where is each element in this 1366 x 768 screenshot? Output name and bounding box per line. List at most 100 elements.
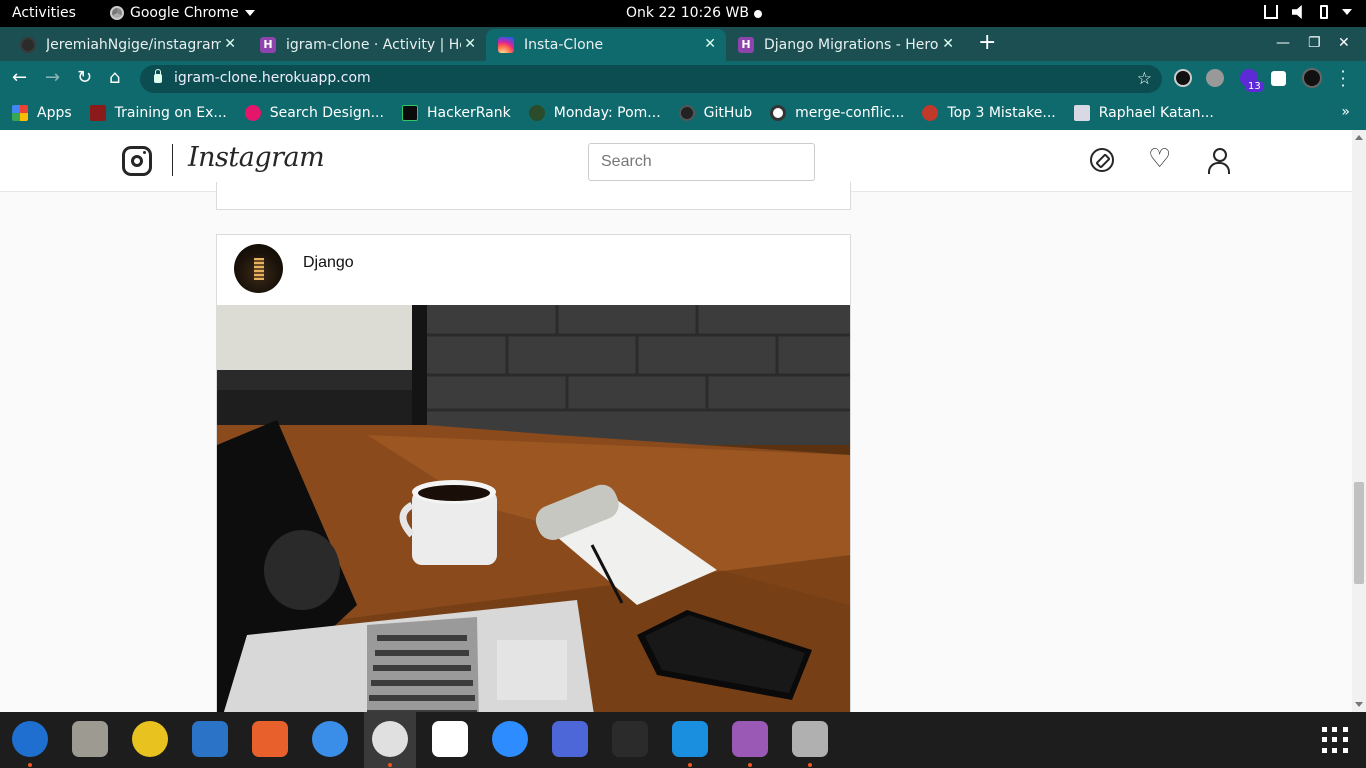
search-input[interactable] — [588, 143, 815, 181]
bookmark-item[interactable]: HackerRank — [401, 105, 511, 121]
tab-github[interactable]: JeremiahNgige/instagram ✕ — [8, 29, 246, 61]
writer-icon[interactable] — [192, 721, 228, 757]
files-icon[interactable] — [72, 721, 108, 757]
bookmarks-bar: Apps Training on Ex... Search Design... … — [0, 96, 1366, 130]
bookmark-item[interactable]: Top 3 Mistake... — [922, 105, 1056, 121]
clock[interactable]: Onk 22 10:26 WB — [626, 5, 749, 21]
software-icon[interactable] — [252, 721, 288, 757]
url-text[interactable]: igram-clone.herokuapp.com — [174, 70, 371, 86]
heroku-icon: H — [260, 37, 276, 53]
heart-icon[interactable]: ♡ — [1148, 146, 1171, 172]
bookmark-item[interactable]: Search Design... — [244, 105, 384, 121]
chevron-down-icon — [244, 10, 255, 16]
address-bar[interactable]: igram-clone.herokuapp.com ☆ — [140, 65, 1162, 93]
tab-title: Django Migrations - Heroku — [764, 37, 939, 53]
page-scrollbar[interactable] — [1352, 130, 1366, 712]
scroll-down-icon[interactable] — [1355, 702, 1363, 707]
bookmark-item[interactable]: Training on Ex... — [89, 105, 227, 121]
close-window-icon[interactable]: ✕ — [1338, 35, 1350, 51]
hackerrank-icon — [401, 105, 418, 121]
scroll-up-icon[interactable] — [1355, 135, 1363, 140]
bookmark-label: Raphael Katan... — [1098, 105, 1214, 121]
rhythmbox-icon[interactable] — [132, 721, 168, 757]
bookmark-label: Monday: Pom... — [553, 105, 661, 121]
close-icon[interactable]: ✕ — [942, 36, 954, 52]
slack-icon[interactable] — [432, 721, 468, 757]
image-viewer-icon[interactable] — [792, 721, 828, 767]
profile-avatar[interactable] — [1302, 68, 1322, 88]
bookmark-label: Search Design... — [269, 105, 384, 121]
bookmark-star-icon[interactable]: ☆ — [1137, 69, 1152, 89]
post-username[interactable]: Django — [303, 254, 354, 272]
back-arrow-icon[interactable]: ← — [12, 68, 27, 88]
help-icon[interactable] — [312, 721, 348, 757]
home-icon[interactable]: ⌂ — [109, 68, 120, 88]
post-image[interactable] — [217, 305, 850, 712]
extension-badge: 13 — [1245, 81, 1264, 92]
restore-icon[interactable]: ❐ — [1308, 35, 1321, 51]
tab-heroku-activity[interactable]: H igram-clone · Activity | Heroku ✕ — [248, 29, 486, 61]
chrome-app-icon — [110, 6, 124, 20]
dock — [0, 712, 1366, 768]
heroku-icon: H — [738, 37, 754, 53]
extension-ghost-icon[interactable] — [1174, 69, 1192, 87]
video-icon[interactable] — [732, 721, 768, 767]
bookmark-item[interactable]: Monday: Pom... — [528, 105, 661, 121]
reload-icon[interactable]: ↻ — [77, 68, 92, 88]
bookmark-favicon-icon — [244, 105, 261, 121]
notification-dot-icon — [754, 10, 762, 18]
tab-strip: JeremiahNgige/instagram ✕ H igram-clone … — [0, 27, 1366, 61]
instagram-icon — [498, 37, 514, 53]
apps-grid-icon — [12, 105, 28, 121]
previous-post-card — [216, 182, 851, 210]
close-icon[interactable]: ✕ — [224, 36, 236, 52]
close-icon[interactable]: ✕ — [704, 36, 716, 52]
profile-icon[interactable] — [1208, 148, 1230, 174]
globe-icon — [770, 105, 787, 121]
tab-django-migrations[interactable]: H Django Migrations - Heroku ✕ — [726, 29, 964, 61]
minimize-icon[interactable]: — — [1276, 35, 1290, 51]
bookmark-item[interactable]: Raphael Katan... — [1073, 105, 1214, 121]
bookmark-label: GitHub — [703, 105, 753, 121]
avatar[interactable] — [234, 244, 283, 293]
instagram-wordmark[interactable]: Instagram — [188, 142, 325, 173]
system-tray[interactable] — [1264, 5, 1352, 19]
tab-insta-clone[interactable]: Insta-Clone ✕ — [486, 29, 726, 61]
forward-arrow-icon[interactable]: → — [45, 68, 60, 88]
zoom-icon[interactable] — [492, 721, 528, 757]
system-top-bar: Activities Google Chrome Onk 22 10:26 WB — [0, 0, 1366, 27]
scroll-thumb[interactable] — [1354, 482, 1364, 584]
bookmark-label: Apps — [37, 105, 72, 121]
vscode-icon[interactable] — [672, 721, 708, 767]
chevron-down-icon — [1342, 9, 1352, 15]
extensions-puzzle-icon[interactable] — [1271, 71, 1286, 86]
divider — [172, 144, 173, 176]
explore-compass-icon[interactable] — [1090, 148, 1114, 172]
chrome-icon[interactable] — [372, 721, 408, 767]
lock-icon[interactable] — [154, 69, 162, 83]
bookmarks-overflow-icon[interactable]: » — [1341, 104, 1350, 120]
browser-toolbar: ← → ↻ ⌂ igram-clone.herokuapp.com ☆ 13 ·… — [0, 61, 1366, 96]
tab-title: JeremiahNgige/instagram — [46, 37, 221, 53]
app-menu[interactable]: Google Chrome — [110, 5, 255, 21]
bookmark-label: Top 3 Mistake... — [947, 105, 1056, 121]
instagram-camera-icon[interactable] — [122, 146, 152, 176]
app-menu-label: Google Chrome — [130, 5, 239, 21]
bookmark-apps[interactable]: Apps — [12, 105, 72, 121]
bookmark-item[interactable]: GitHub — [678, 105, 753, 121]
system-monitor-icon[interactable] — [612, 721, 648, 757]
activities-button[interactable]: Activities — [12, 5, 76, 21]
github-icon — [678, 105, 695, 121]
screenshot-icon[interactable] — [552, 721, 588, 757]
tab-title: Insta-Clone — [524, 37, 604, 53]
kebab-menu-icon[interactable]: · · · — [1340, 64, 1346, 94]
extension-globe-icon[interactable] — [1206, 69, 1224, 87]
bookmark-item[interactable]: merge-conflic... — [770, 105, 904, 121]
tab-title: igram-clone · Activity | Heroku — [286, 37, 461, 53]
bookmark-label: HackerRank — [426, 105, 511, 121]
close-icon[interactable]: ✕ — [464, 36, 476, 52]
thunderbird-icon[interactable] — [12, 721, 48, 767]
new-tab-button[interactable]: + — [978, 32, 996, 54]
bookmark-favicon-icon — [1073, 105, 1090, 121]
show-applications-icon[interactable] — [1322, 727, 1348, 753]
